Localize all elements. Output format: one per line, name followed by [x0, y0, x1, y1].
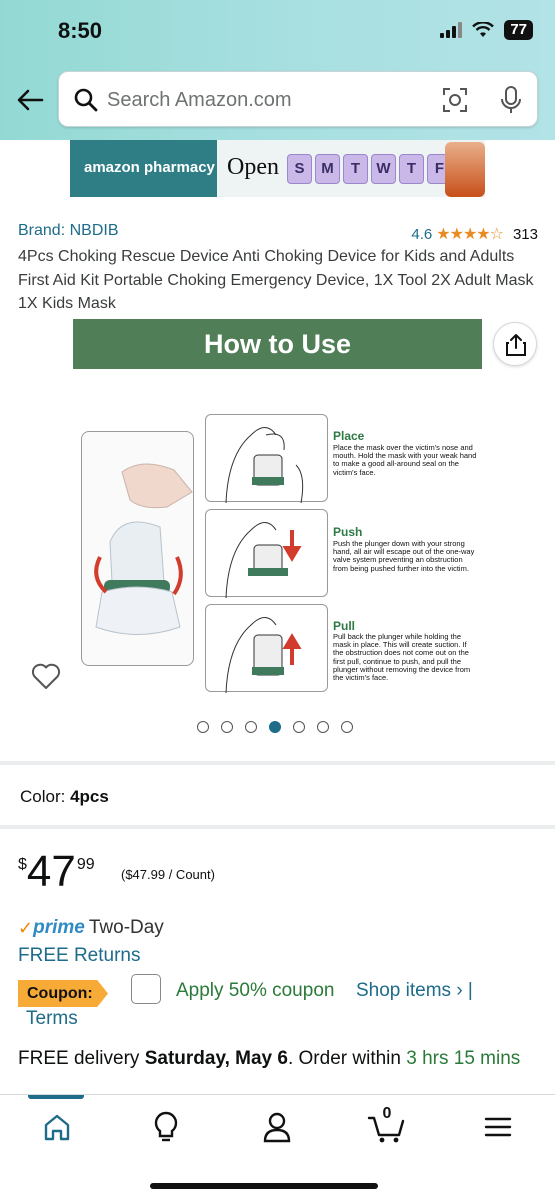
- lightbulb-icon[interactable]: [146, 1109, 186, 1145]
- step-text: Push the plunger down with your strong h…: [333, 539, 475, 573]
- device-illustration: [81, 431, 194, 666]
- home-icon[interactable]: [37, 1109, 77, 1145]
- section-divider: [0, 825, 555, 829]
- color-value: 4pcs: [70, 787, 109, 806]
- wishlist-heart-icon[interactable]: [31, 662, 61, 690]
- pill-day: M: [315, 154, 340, 184]
- delivery-middle: . Order within: [287, 1048, 401, 1069]
- banner-open-text: Open: [227, 154, 279, 180]
- step-push-image: [205, 509, 328, 599]
- brand-link[interactable]: Brand: NBDIB: [18, 222, 118, 240]
- cart-count: 0: [382, 1105, 392, 1122]
- pill-day: W: [371, 154, 396, 184]
- search-input[interactable]: Search Amazon.com: [107, 89, 292, 112]
- back-arrow-icon[interactable]: [16, 86, 44, 114]
- carousel-dot[interactable]: [341, 721, 353, 733]
- coupon-tag: Coupon:: [18, 980, 108, 1007]
- price-fraction: 99: [76, 856, 95, 873]
- rating-value: 4.6: [411, 225, 433, 243]
- star-rating-icon: ★★★★☆: [436, 226, 504, 243]
- prime-logo: prime: [33, 917, 85, 938]
- nav-active-indicator: [28, 1095, 84, 1099]
- price-whole: 47: [26, 847, 76, 896]
- delivery-date: Saturday, May 6: [144, 1048, 288, 1069]
- share-icon: [506, 334, 526, 356]
- section-divider: [0, 761, 555, 765]
- rating-summary[interactable]: 4.6 ★★★★☆ 313: [411, 224, 538, 244]
- pill-organizer: S M T W T F: [287, 154, 452, 184]
- coupon-terms-link[interactable]: Terms: [26, 1008, 78, 1030]
- search-bar[interactable]: Search Amazon.com: [58, 71, 538, 127]
- pill-day: T: [343, 154, 368, 184]
- image-carousel-dots[interactable]: [197, 721, 353, 733]
- share-button[interactable]: [493, 322, 537, 366]
- home-indicator: [150, 1183, 378, 1189]
- delivery-countdown: 3 hrs 15 mins: [406, 1048, 521, 1069]
- wifi-icon: [472, 22, 495, 37]
- apply-coupon-label[interactable]: Apply 50% coupon: [176, 980, 334, 1002]
- brand-rating-row: Brand: NBDIB 4.6 ★★★★☆ 313: [18, 222, 538, 244]
- cart-button[interactable]: 0: [367, 1105, 407, 1145]
- step-text: Place the mask over the victim's nose an…: [333, 443, 477, 477]
- search-icon: [74, 88, 98, 112]
- unit-price: ($47.99 / Count): [121, 867, 215, 882]
- account-icon[interactable]: [257, 1109, 297, 1145]
- status-icons: 77: [440, 20, 533, 40]
- coupon-checkbox[interactable]: [131, 974, 161, 1004]
- step-pull-image: [205, 604, 328, 694]
- app-header: 8:50 77 Search Amazon.com: [0, 0, 555, 140]
- microphone-icon[interactable]: [499, 85, 523, 115]
- delivery-prefix: FREE delivery: [18, 1048, 140, 1069]
- prime-shipping-speed: Two-Day: [88, 917, 164, 938]
- pill-day: S: [287, 154, 312, 184]
- carousel-dot[interactable]: [317, 721, 329, 733]
- shop-items-link[interactable]: Shop items › |: [356, 980, 473, 1002]
- how-to-use-header: How to Use: [73, 319, 482, 369]
- battery-indicator: 77: [504, 20, 533, 40]
- menu-icon[interactable]: [478, 1109, 518, 1145]
- carousel-dot[interactable]: [221, 721, 233, 733]
- review-count: 313: [512, 225, 538, 243]
- product-title: 4Pcs Choking Rescue Device Anti Choking …: [18, 248, 534, 312]
- plunger-device-icon: [94, 463, 193, 635]
- pill-day: T: [399, 154, 424, 184]
- banner-brand: amazon pharmacy: [70, 140, 217, 197]
- color-label: Color:: [20, 787, 66, 806]
- pharmacy-ad-banner[interactable]: amazon pharmacy Open S M T W T F: [70, 140, 485, 197]
- bottom-navigation: 0: [0, 1094, 555, 1200]
- carousel-dot[interactable]: [197, 721, 209, 733]
- prime-check-icon: ✓: [18, 917, 34, 938]
- carousel-dot[interactable]: [293, 721, 305, 733]
- delivery-info: FREE delivery Saturday, May 6. Order wit…: [18, 1048, 520, 1070]
- color-selector[interactable]: Color: 4pcs: [20, 787, 109, 807]
- camera-scan-icon[interactable]: [441, 86, 469, 114]
- signal-icon: [440, 22, 463, 38]
- price: $ 47 99: [18, 850, 95, 894]
- step-title: Push: [333, 525, 363, 539]
- pill-bottle-image: [445, 142, 485, 197]
- carousel-dot[interactable]: [245, 721, 257, 733]
- free-returns-link[interactable]: FREE Returns: [18, 945, 140, 967]
- status-time: 8:50: [58, 18, 103, 43]
- step-place-image: [205, 414, 328, 504]
- carousel-dot-active[interactable]: [269, 721, 281, 733]
- price-currency: $: [18, 856, 27, 873]
- step-title: Place: [333, 429, 365, 443]
- step-text: Pull back the plunger while holding the …: [333, 632, 471, 683]
- step-title: Pull: [333, 619, 356, 633]
- prime-badge: ✓ prime Two-Day: [18, 917, 164, 939]
